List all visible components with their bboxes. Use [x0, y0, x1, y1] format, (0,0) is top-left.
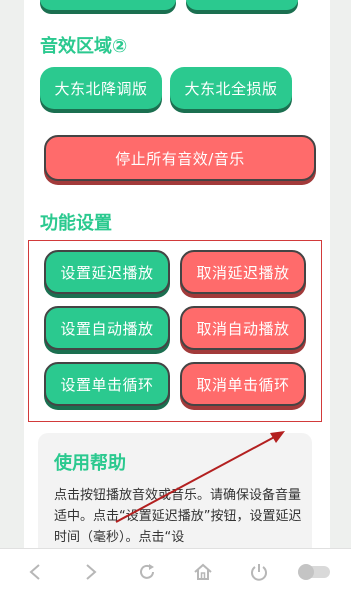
set-delay-play-button[interactable]: 设置延迟播放: [44, 250, 170, 294]
refresh-icon[interactable]: [134, 549, 160, 595]
cancel-delay-play-button[interactable]: 取消延迟播放: [180, 250, 306, 294]
sound-button-dongbei-pitch-down[interactable]: 大东北降调版: [40, 67, 162, 109]
top-button-right[interactable]: [186, 0, 298, 10]
set-click-loop-button[interactable]: 设置单击循环: [44, 362, 170, 406]
help-card: 使用帮助 点击按钮播放音效或音乐。请确保设备音量适中。点击“设置延迟播放”按钮，…: [38, 433, 312, 563]
top-button-left[interactable]: [40, 0, 176, 10]
home-icon[interactable]: [190, 549, 216, 595]
toggle-icon[interactable]: [296, 549, 332, 595]
help-title: 使用帮助: [54, 453, 126, 474]
forward-icon[interactable]: [78, 549, 104, 595]
stop-all-button[interactable]: 停止所有音效/音乐: [44, 135, 316, 181]
back-icon[interactable]: [22, 549, 48, 595]
cancel-click-loop-button[interactable]: 取消单击循环: [180, 362, 306, 406]
function-settings-heading: 功能设置: [40, 213, 112, 234]
power-icon[interactable]: [246, 549, 272, 595]
sound-button-dongbei-lossy[interactable]: 大东北全损版: [170, 67, 292, 109]
cancel-auto-play-button[interactable]: 取消自动播放: [180, 306, 306, 350]
set-auto-play-button[interactable]: 设置自动播放: [44, 306, 170, 350]
help-text: 点击按钮播放音效或音乐。请确保设备音量适中。点击“设置延迟播放”按钮，设置延迟时…: [54, 488, 302, 545]
browser-nav-bar: [0, 548, 351, 595]
sound-area-2-heading: 音效区域②: [40, 36, 128, 57]
